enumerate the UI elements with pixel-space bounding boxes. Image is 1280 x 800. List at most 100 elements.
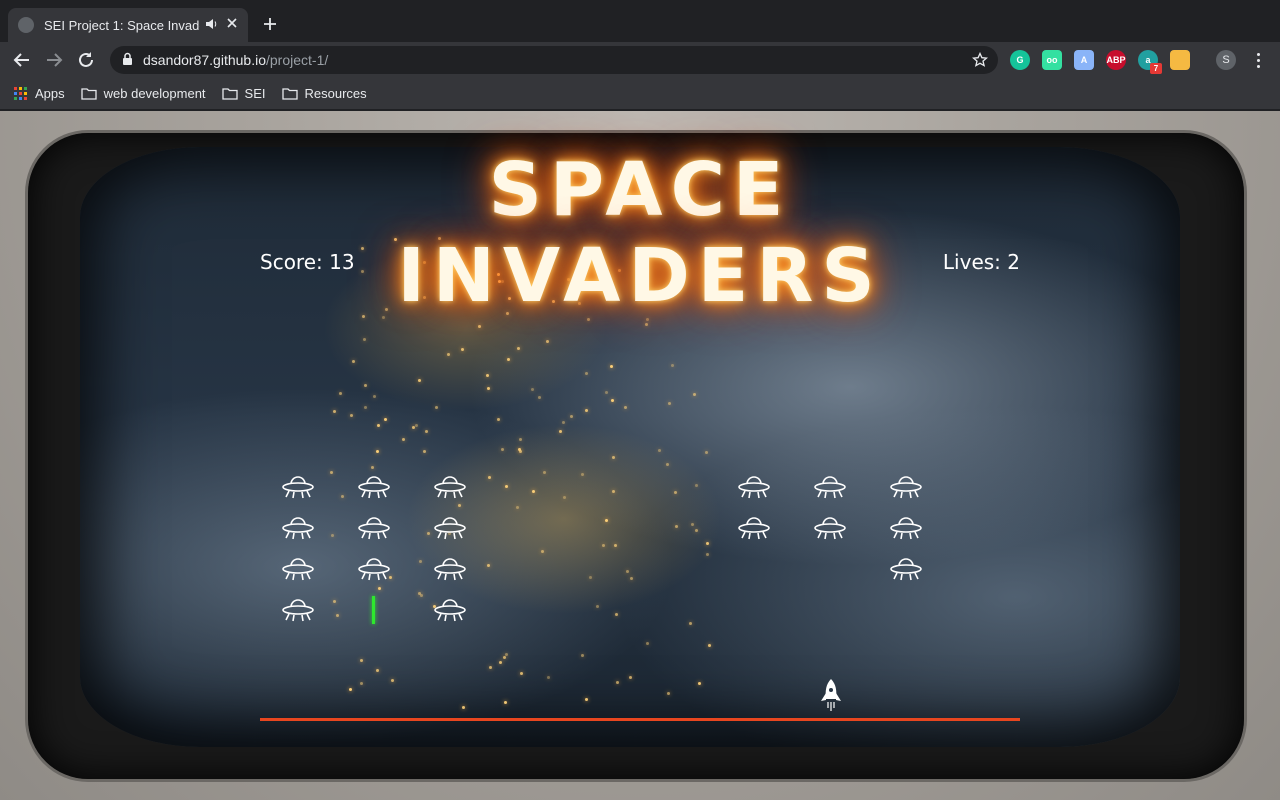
alien-ufo-icon [432, 551, 468, 587]
city-light [360, 681, 364, 685]
alien-ufo-icon [280, 551, 316, 587]
arrow-left-icon [13, 53, 29, 67]
laser-shot [372, 596, 375, 624]
profile-avatar[interactable]: S [1216, 50, 1236, 70]
city-light [626, 569, 630, 573]
city-light [542, 470, 546, 474]
city-light [697, 681, 701, 685]
address-bar[interactable]: dsandor87.github.io/project-1/ [110, 46, 998, 74]
city-light [461, 706, 465, 710]
city-light [349, 414, 353, 418]
bookmark-label: SEI [244, 86, 266, 101]
alien-ufo-icon [812, 510, 848, 546]
city-light [559, 429, 563, 433]
city-light [375, 668, 379, 672]
city-light [336, 614, 340, 618]
speaker-icon[interactable] [204, 17, 218, 34]
kebab-menu-icon[interactable] [1250, 50, 1266, 70]
city-light [645, 641, 649, 645]
city-light [518, 438, 522, 442]
city-light [584, 698, 588, 702]
bookmark-label: web development [103, 86, 206, 101]
city-light [665, 462, 669, 466]
city-light [498, 660, 502, 664]
city-light [667, 402, 671, 406]
city-light [414, 424, 418, 428]
alien-ufo-icon [432, 592, 468, 628]
city-light [417, 379, 421, 383]
new-tab-button[interactable] [258, 12, 282, 36]
reload-icon [79, 52, 93, 67]
city-light [569, 414, 573, 418]
city-light [580, 654, 584, 658]
city-light [674, 524, 678, 528]
city-light [486, 373, 490, 377]
browser-toolbar: dsandor87.github.io/project-1/ Goo A ABP a 7… [0, 42, 1280, 78]
city-light [610, 365, 614, 369]
arrow-right-icon [47, 53, 63, 67]
bookmark-resources[interactable]: Resources [281, 86, 367, 101]
pen-tool-icon[interactable] [1170, 50, 1190, 70]
alien-ufo-icon [736, 510, 772, 546]
city-light [689, 622, 693, 626]
bookmark-apps[interactable]: Apps [14, 86, 65, 101]
close-tab-icon[interactable] [226, 17, 238, 33]
alien-ufo-icon [432, 510, 468, 546]
alien-ufo-icon [356, 469, 392, 505]
city-light [596, 604, 600, 608]
font-tool-icon[interactable]: A [1074, 50, 1094, 70]
tripadvisor-icon[interactable]: oo [1042, 50, 1062, 70]
city-light [359, 658, 363, 662]
city-light [674, 490, 678, 494]
city-light [602, 543, 606, 547]
grammarly-icon[interactable]: G [1010, 50, 1030, 70]
bookmark-sei[interactable]: SEI [221, 86, 266, 101]
city-light [419, 559, 423, 563]
tab-strip: SEI Project 1: Space Invaders [0, 0, 1280, 42]
city-light [690, 522, 694, 526]
reload-button[interactable] [74, 48, 98, 72]
back-button[interactable] [10, 48, 34, 72]
alien-ufo-icon [888, 469, 924, 505]
apps-grid-icon [14, 86, 27, 100]
bookmark-star-icon[interactable] [971, 51, 989, 71]
city-light [331, 534, 335, 538]
url-host: dsandor87.github.io [143, 52, 266, 68]
city-light [530, 388, 534, 392]
city-light [706, 541, 710, 545]
folder-icon [80, 88, 97, 100]
city-light [506, 357, 510, 361]
city-light [706, 553, 710, 557]
adblock-plus-icon[interactable]: ABP [1106, 50, 1126, 70]
city-light [501, 447, 505, 451]
city-light [362, 338, 366, 342]
lock-icon [122, 52, 133, 69]
city-light [518, 449, 522, 453]
globe-icon [18, 17, 34, 33]
city-light [461, 348, 465, 352]
city-light [383, 418, 387, 422]
plus-icon [264, 18, 276, 30]
city-light [614, 544, 617, 548]
folder-icon [281, 88, 298, 100]
city-light [377, 424, 381, 428]
city-light [546, 675, 550, 679]
city-light [629, 676, 633, 680]
city-light [581, 472, 585, 476]
city-light [351, 360, 355, 364]
city-light [363, 383, 367, 387]
bookmark-web-development[interactable]: web development [80, 86, 206, 101]
city-light [537, 395, 541, 399]
alien-ufo-icon [736, 469, 772, 505]
city-light [516, 506, 520, 510]
city-light [667, 692, 670, 696]
city-light [585, 408, 589, 412]
extension-icon[interactable]: a7 [1138, 50, 1162, 74]
forward-button[interactable] [42, 48, 66, 72]
browser-tab[interactable]: SEI Project 1: Space Invaders [8, 8, 248, 42]
city-light [486, 386, 490, 390]
player-rocket-icon [816, 677, 846, 713]
url-path: /project-1/ [266, 52, 329, 68]
city-light [670, 363, 674, 367]
city-light [333, 600, 337, 604]
